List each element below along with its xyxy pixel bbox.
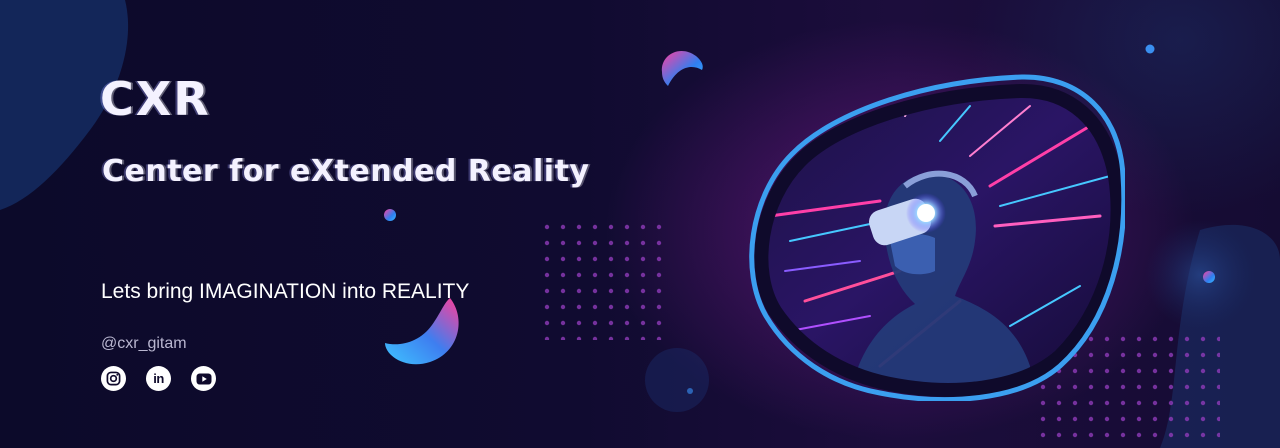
banner: CXR Center for eXtended Reality Lets bri… [0,0,1280,448]
droplet-top [661,50,703,86]
tagline: Lets bring IMAGINATION into REALITY [101,280,470,303]
brand-title: CXR [100,72,211,126]
dot-grid-center [540,220,670,340]
right-orb [1145,220,1255,330]
linkedin-label: in [153,371,164,386]
vr-illustration [749,74,1125,401]
instagram-icon[interactable] [101,366,126,391]
social-handle[interactable]: @cxr_gitam [101,335,187,353]
youtube-icon[interactable] [191,366,216,391]
linkedin-icon[interactable]: in [146,366,171,391]
social-links: in [101,366,216,391]
droplet-bottom [385,298,459,365]
brand-subtitle: Center for eXtended Reality [102,154,590,189]
